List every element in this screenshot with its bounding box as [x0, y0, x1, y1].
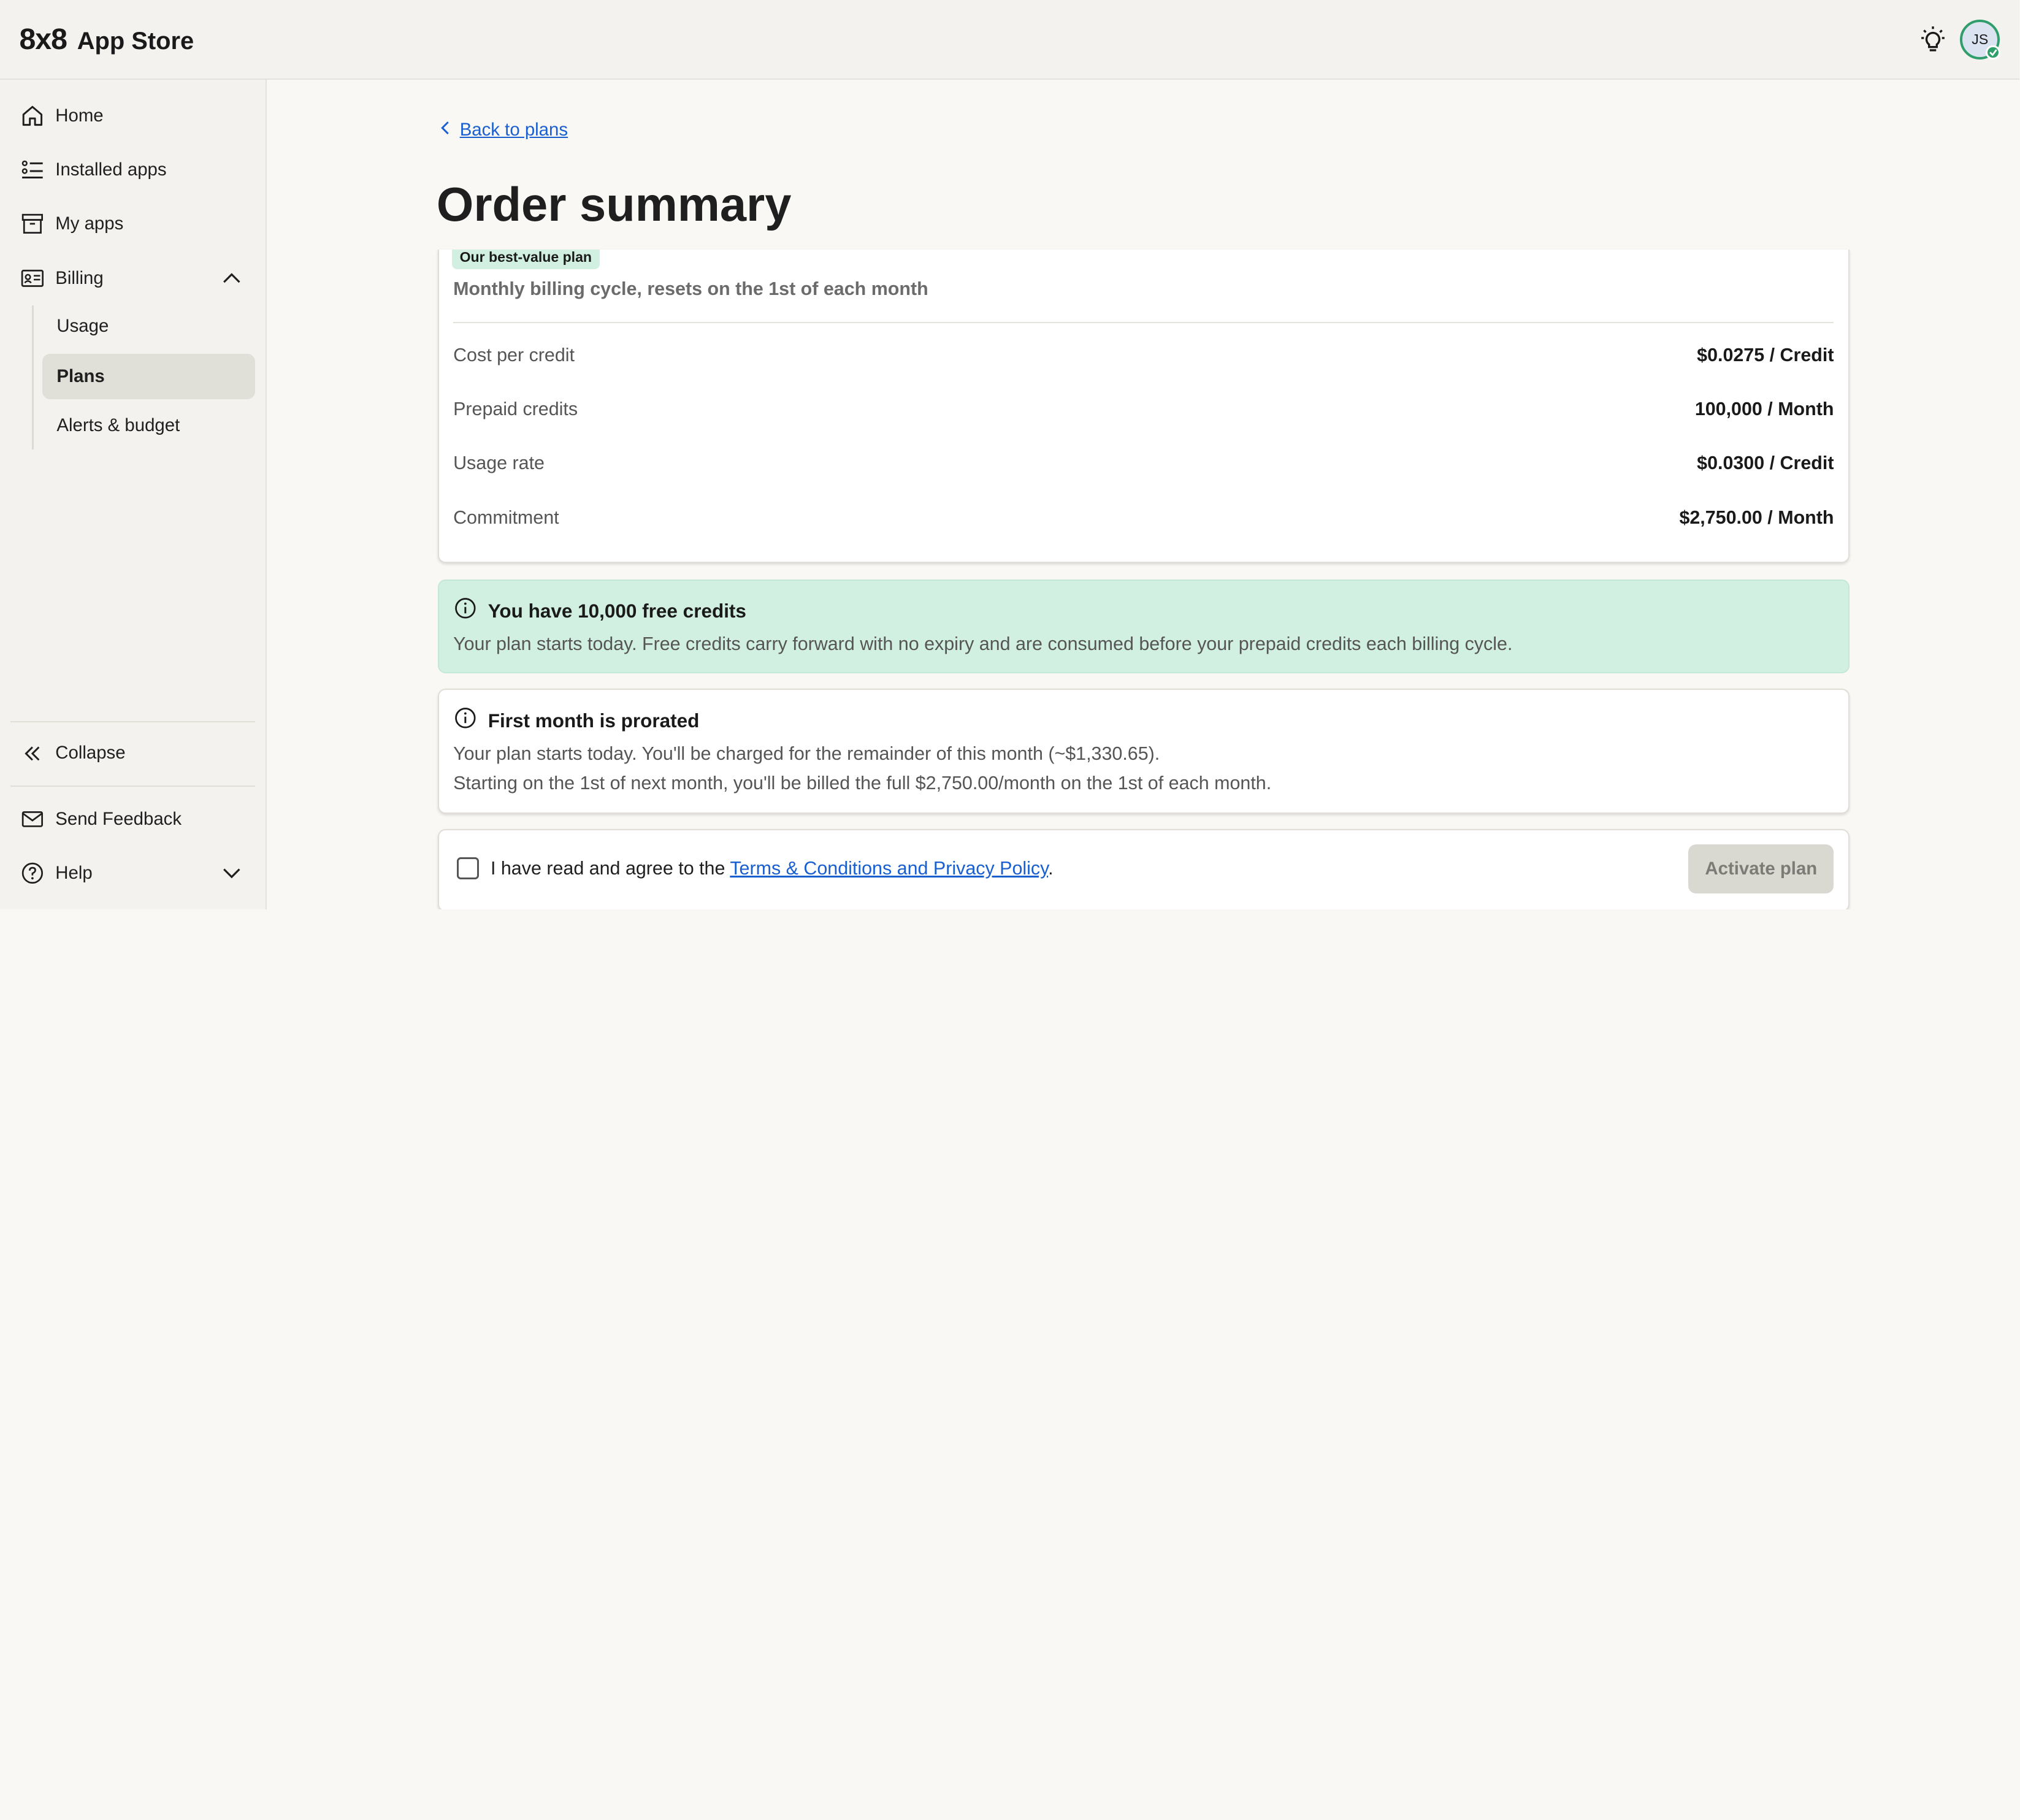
chevron-down-icon[interactable]	[221, 863, 242, 884]
agreement-card: I have read and agree to the Terms & Con…	[437, 829, 1850, 909]
plan-row-value: $0.0275 / Credit	[1697, 345, 1834, 366]
sidebar-subitem-alerts-budget[interactable]: Alerts & budget	[42, 403, 254, 448]
collapse-button[interactable]: Collapse	[10, 730, 255, 777]
sidebar-item-installed-apps[interactable]: Installed apps	[10, 147, 255, 193]
user-avatar[interactable]: JS	[1960, 19, 2000, 59]
sidebar-item-billing[interactable]: Billing	[10, 255, 255, 302]
sidebar-divider	[10, 785, 255, 787]
notice-text-line-2: Starting on the 1st of next month, you'l…	[453, 772, 1272, 793]
plan-divider	[453, 321, 1834, 324]
notice-header: You have 10,000 free credits	[454, 597, 746, 625]
list-icon	[21, 158, 44, 182]
help-menu[interactable]: Help	[10, 850, 255, 897]
activate-plan-button[interactable]: Activate plan	[1688, 844, 1834, 894]
info-icon	[454, 597, 476, 625]
sidebar-subitem-label: Alerts & budget	[56, 415, 180, 436]
plan-row-prepaid-credits: Prepaid credits 100,000 / Month	[453, 394, 1834, 425]
top-bar: 8x8 App Store JS	[0, 0, 2019, 80]
sidebar-item-label: Home	[55, 105, 104, 126]
billing-cycle-text: Monthly billing cycle, resets on the 1st…	[453, 278, 928, 299]
terms-link[interactable]: Terms & Conditions and Privacy Policy	[730, 858, 1048, 879]
brand[interactable]: 8x8 App Store	[19, 22, 194, 56]
sidebar-subitem-label: Plans	[56, 366, 105, 387]
agreement-text: I have read and agree to the Terms & Con…	[491, 858, 1054, 879]
sidebar-item-label: Billing	[55, 267, 104, 288]
sidebar-item-my-apps[interactable]: My apps	[10, 201, 255, 248]
app-title: App Store	[77, 28, 194, 55]
avatar-initials: JS	[1972, 31, 1989, 47]
home-icon	[21, 104, 44, 128]
submenu-guide-line	[32, 305, 34, 449]
top-bar-actions: JS	[1919, 19, 2000, 59]
mail-icon	[21, 808, 44, 831]
app-root: 8x8 App Store JS Home Installed apps My …	[0, 0, 2019, 909]
chevron-left-icon	[439, 120, 452, 140]
chevron-up-icon[interactable]	[221, 268, 242, 289]
sidebar-item-home[interactable]: Home	[10, 93, 255, 139]
plan-row-usage-rate: Usage rate $0.0300 / Credit	[453, 448, 1834, 479]
plan-row-label: Cost per credit	[453, 345, 575, 366]
brand-logo: 8x8	[19, 23, 67, 56]
free-credits-notice: You have 10,000 free credits Your plan s…	[437, 579, 1850, 674]
double-chevron-left-icon	[21, 742, 44, 765]
plan-row-label: Prepaid credits	[453, 399, 578, 420]
sidebar-item-label: My apps	[55, 213, 124, 234]
plan-row-commitment: Commitment $2,750.00 / Month	[453, 502, 1834, 533]
agreement-prefix: I have read and agree to the	[490, 857, 730, 879]
sidebar-subitem-label: Usage	[56, 316, 109, 337]
notice-header: First month is prorated	[454, 707, 699, 735]
terms-checkbox[interactable]	[457, 857, 480, 880]
sidebar-subitem-usage[interactable]: Usage	[42, 304, 254, 350]
prorated-notice: First month is prorated Your plan starts…	[437, 689, 1850, 814]
info-icon	[454, 707, 476, 735]
back-link-label: Back to plans	[459, 120, 568, 140]
notice-title: First month is prorated	[488, 709, 700, 732]
sidebar: Home Installed apps My apps Billing Usag…	[0, 80, 267, 909]
archive-icon	[21, 212, 44, 235]
lightbulb-icon[interactable]	[1919, 25, 1947, 53]
send-feedback-button[interactable]: Send Feedback	[10, 796, 255, 843]
sidebar-item-label: Installed apps	[55, 159, 167, 180]
plan-row-label: Commitment	[453, 507, 559, 528]
agreement-suffix: .	[1048, 857, 1054, 879]
plan-summary-card: Our best-value plan Monthly billing cycl…	[437, 250, 1850, 563]
notice-text: Your plan starts today. Free credits car…	[453, 633, 1513, 655]
back-to-plans-link[interactable]: Back to plans	[439, 120, 568, 140]
collapse-label: Collapse	[55, 743, 126, 763]
online-status-icon	[1986, 45, 2000, 59]
help-circle-icon	[21, 862, 44, 885]
id-card-icon	[21, 267, 44, 290]
sidebar-subitem-plans[interactable]: Plans	[42, 354, 255, 399]
main-content: Back to plans Order summary Our best-val…	[268, 80, 2019, 909]
feedback-label: Send Feedback	[55, 808, 182, 829]
help-label: Help	[55, 862, 93, 883]
plan-row-cost-per-credit: Cost per credit $0.0275 / Credit	[453, 340, 1834, 370]
plan-row-value: $2,750.00 / Month	[1679, 507, 1834, 528]
notice-text-line-1: Your plan starts today. You'll be charge…	[453, 743, 1160, 764]
page-title: Order summary	[436, 178, 792, 231]
plan-row-value: $0.0300 / Credit	[1697, 453, 1834, 474]
sidebar-divider	[10, 721, 255, 723]
best-value-badge: Our best-value plan	[451, 250, 600, 269]
plan-row-label: Usage rate	[453, 453, 545, 474]
notice-title: You have 10,000 free credits	[488, 600, 746, 622]
plan-row-value: 100,000 / Month	[1694, 399, 1834, 420]
agreement-row: I have read and agree to the Terms & Con…	[457, 857, 1054, 880]
